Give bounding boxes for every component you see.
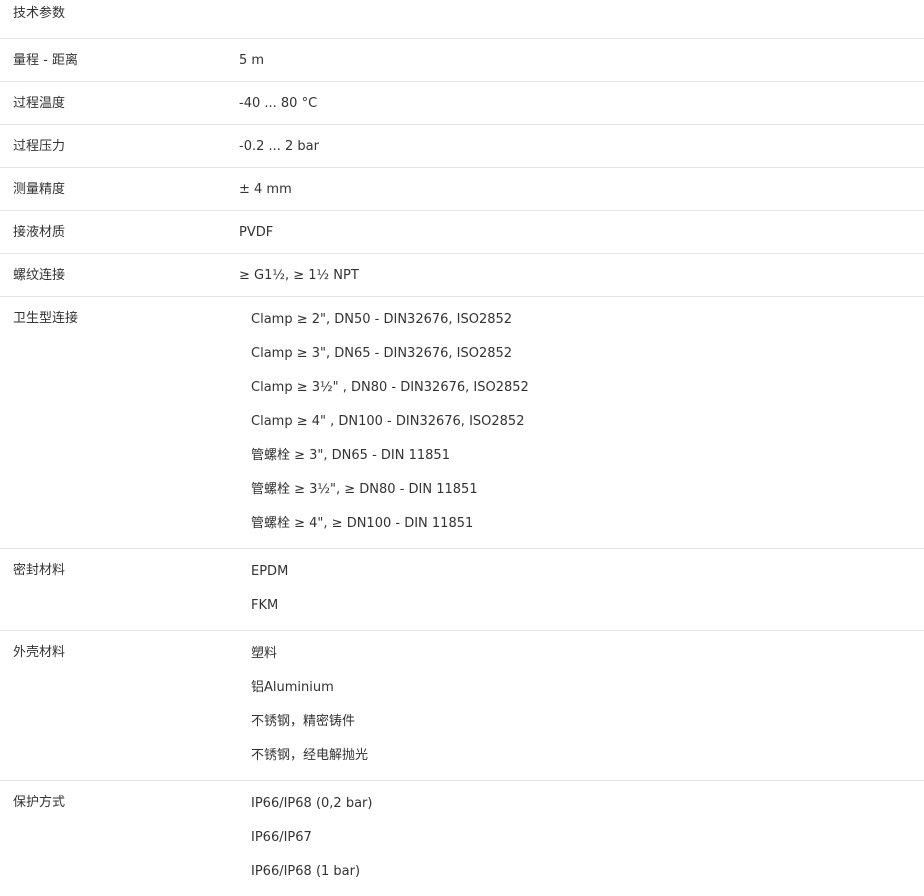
spec-value-item: 不锈钢，经电解抛光 — [251, 748, 369, 763]
spec-label: 过程温度 — [13, 96, 66, 111]
spec-label: 卫生型连接 — [13, 311, 79, 326]
spec-row-housing-material: 外壳材料 塑料 铝Aluminium 不锈钢，精密铸件 不锈钢，经电解抛光 — [0, 631, 924, 781]
spec-row-protection: 保护方式 IP66/IP68 (0,2 bar) IP66/IP67 IP66/… — [0, 781, 924, 896]
spec-header-row: 技术参数 — [0, 0, 924, 39]
spec-value-list: Clamp ≥ 2", DN50 - DIN32676, ISO2852 Cla… — [239, 297, 924, 548]
spec-value-item: EPDM — [251, 564, 289, 579]
spec-label: 保护方式 — [13, 795, 66, 810]
spec-value-item: 管螺栓 ≥ 4", ≥ DN100 - DIN 11851 — [251, 516, 474, 531]
spec-row-range: 量程 - 距离 5 m — [0, 39, 924, 82]
spec-value-list: EPDM FKM — [239, 549, 924, 630]
spec-row-hygienic-connection: 卫生型连接 Clamp ≥ 2", DN50 - DIN32676, ISO28… — [0, 297, 924, 549]
spec-label: 密封材料 — [13, 563, 66, 578]
spec-value-item: IP66/IP68 (0,2 bar) — [251, 796, 373, 811]
spec-value: ≥ G1½, ≥ 1½ NPT — [239, 268, 359, 283]
spec-value-item: Clamp ≥ 4" , DN100 - DIN32676, ISO2852 — [251, 414, 525, 429]
spec-value-item: 管螺栓 ≥ 3½", ≥ DN80 - DIN 11851 — [251, 482, 478, 497]
spec-row-wetted-material: 接液材质 PVDF — [0, 211, 924, 254]
spec-value: PVDF — [239, 225, 274, 240]
spec-row-process-temperature: 过程温度 -40 ... 80 °C — [0, 82, 924, 125]
spec-value-item: Clamp ≥ 2", DN50 - DIN32676, ISO2852 — [251, 312, 513, 327]
spec-label: 测量精度 — [13, 182, 66, 197]
spec-value: 5 m — [239, 53, 265, 68]
spec-value-item: FKM — [251, 598, 279, 613]
spec-label: 螺纹连接 — [13, 268, 66, 283]
spec-row-accuracy: 测量精度 ± 4 mm — [0, 168, 924, 211]
spec-label: 接液材质 — [13, 225, 66, 240]
spec-header-title: 技术参数 — [13, 6, 66, 21]
spec-value-item: Clamp ≥ 3", DN65 - DIN32676, ISO2852 — [251, 346, 513, 361]
spec-table: 技术参数 量程 - 距离 5 m 过程温度 -40 ... 80 °C 过程压力… — [0, 0, 924, 896]
spec-value-list: IP66/IP68 (0,2 bar) IP66/IP67 IP66/IP68 … — [239, 781, 924, 896]
spec-value-item: 不锈钢，精密铸件 — [251, 714, 356, 729]
spec-label: 外壳材料 — [13, 645, 66, 660]
spec-value: ± 4 mm — [239, 182, 292, 197]
spec-row-process-pressure: 过程压力 -0.2 ... 2 bar — [0, 125, 924, 168]
spec-label: 量程 - 距离 — [13, 53, 78, 68]
spec-value: -40 ... 80 °C — [239, 96, 318, 111]
spec-value: -0.2 ... 2 bar — [239, 139, 319, 154]
spec-label: 过程压力 — [13, 139, 66, 154]
spec-value-list: 塑料 铝Aluminium 不锈钢，精密铸件 不锈钢，经电解抛光 — [239, 631, 924, 780]
spec-row-thread-connection: 螺纹连接 ≥ G1½, ≥ 1½ NPT — [0, 254, 924, 297]
spec-value-item: 塑料 — [251, 646, 278, 661]
spec-value-item: IP66/IP67 — [251, 830, 312, 845]
spec-value-item: Clamp ≥ 3½" , DN80 - DIN32676, ISO2852 — [251, 380, 529, 395]
spec-value-item: 管螺栓 ≥ 3", DN65 - DIN 11851 — [251, 448, 450, 463]
spec-value-item: 铝Aluminium — [251, 680, 334, 695]
spec-value-item: IP66/IP68 (1 bar) — [251, 864, 361, 879]
spec-row-seal-material: 密封材料 EPDM FKM — [0, 549, 924, 631]
